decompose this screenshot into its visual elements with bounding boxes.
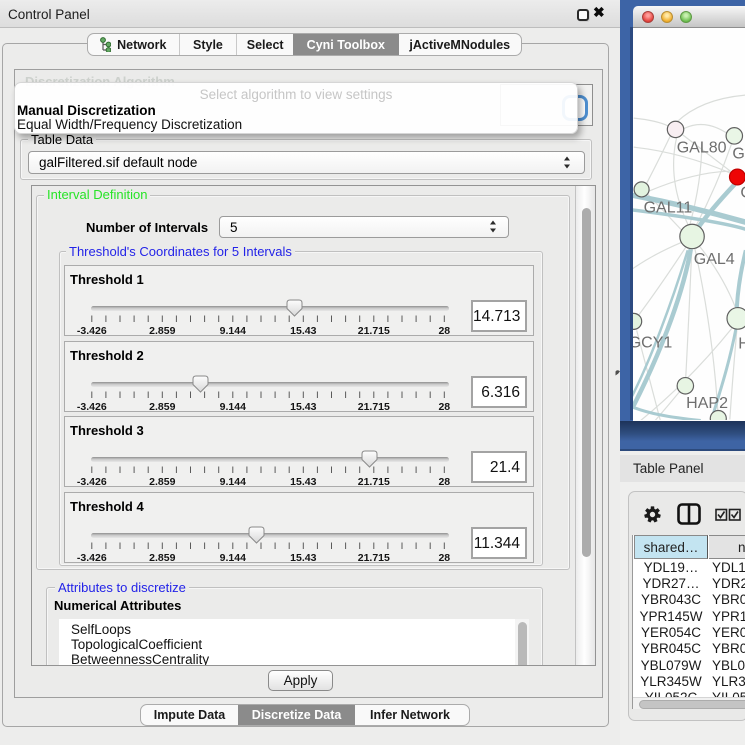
svg-text:GAL11: GAL11 [643,199,692,217]
svg-text:HAP2: HAP2 [686,394,728,412]
svg-text:GAL80: GAL80 [676,139,726,157]
svg-text:GA: GA [732,145,745,163]
svg-text:GCY1: GCY1 [633,333,672,351]
svg-text:CY: CY [740,184,745,202]
svg-text:HAP4: HAP4 [738,334,745,352]
svg-text:GAL4: GAL4 [693,250,734,268]
